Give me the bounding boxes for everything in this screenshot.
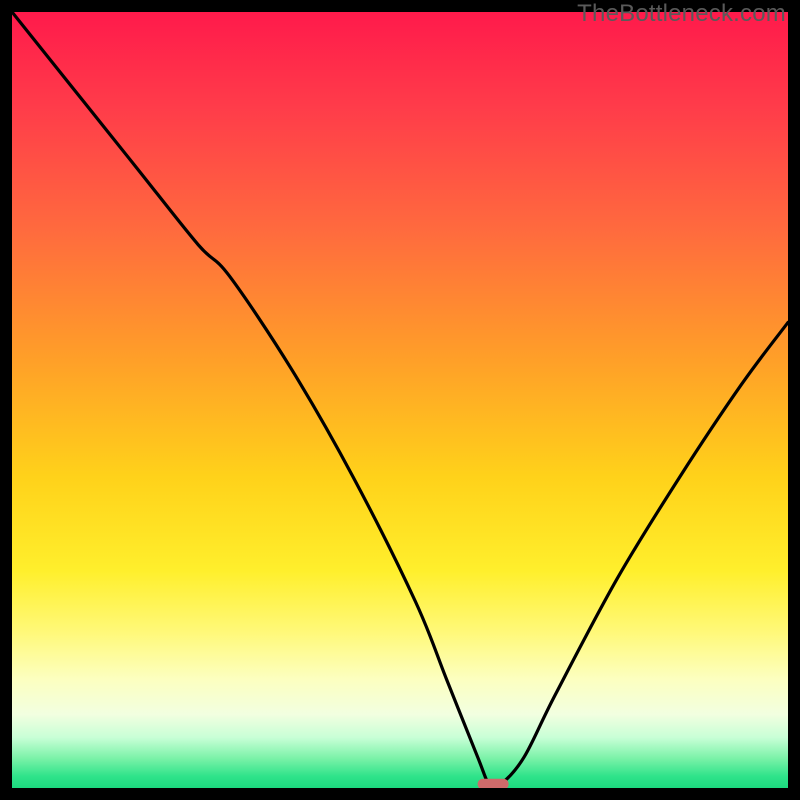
- gradient-background: [12, 12, 788, 788]
- chart-frame: TheBottleneck.com: [0, 0, 800, 800]
- watermark-text: TheBottleneck.com: [577, 0, 786, 28]
- plot-area: [12, 12, 788, 788]
- optimal-marker: [478, 779, 509, 788]
- bottleneck-chart: [12, 12, 788, 788]
